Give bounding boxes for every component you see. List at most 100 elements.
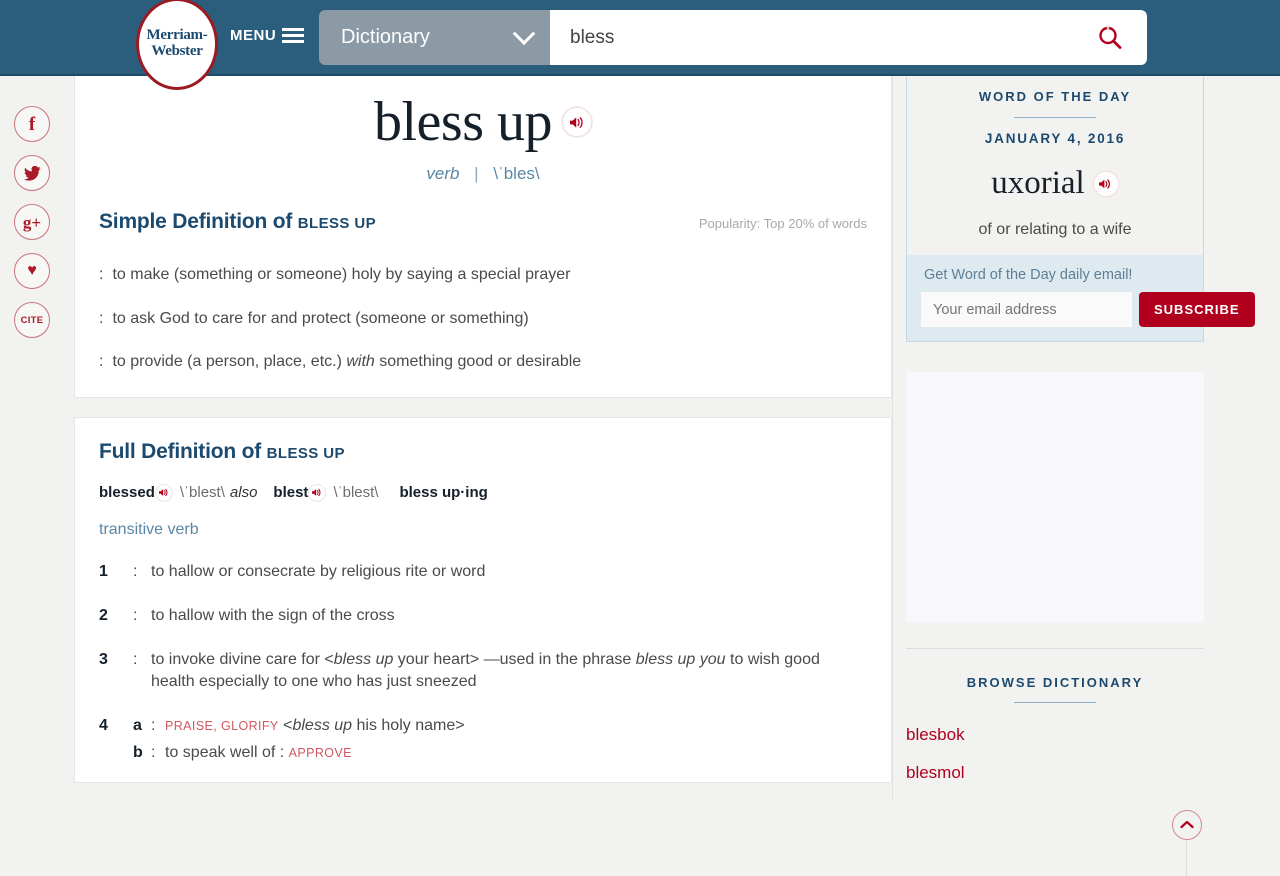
inflection-pron-1: \ˈblest\: [179, 484, 225, 502]
full-definition-heading-main: Full Definition of: [99, 439, 267, 463]
full-sense: 1: to hallow or consecrate by religious r…: [99, 561, 867, 583]
full-definition-heading-word: BLESS UP: [266, 444, 345, 462]
sense-text: to ask God to care for and protect (some…: [112, 309, 529, 327]
inflection-audio-button-2[interactable]: [308, 483, 327, 502]
share-facebook-button[interactable]: f: [14, 106, 50, 142]
word-of-the-day-audio-button[interactable]: [1092, 170, 1119, 197]
subsense-colon: :: [151, 717, 156, 735]
subscribe-prompt: Get Word of the Day daily email!: [924, 267, 1133, 283]
share-googleplus-button[interactable]: g+: [14, 204, 50, 240]
logo-line-2: Webster: [151, 43, 203, 59]
divider: [1014, 702, 1096, 703]
simple-sense: : to ask God to care for and protect (som…: [99, 308, 867, 330]
speaker-icon: [312, 489, 321, 497]
simple-definition-card: bless up verb | \ˈbles\ Simple Definitio…: [74, 76, 892, 398]
headword-row: bless up: [75, 90, 891, 154]
sense-fragment: to speak well of :: [165, 744, 289, 762]
inflection-pron-2: \ˈblest\: [333, 484, 379, 502]
main-column: bless up verb | \ˈbles\ Simple Definitio…: [74, 76, 892, 784]
menu-button[interactable]: MENU: [230, 27, 305, 44]
scroll-top-connector: [1186, 840, 1187, 876]
inflection-also-label: also: [229, 484, 258, 502]
subscribe-row: SUBSCRIBE: [921, 292, 1255, 327]
simple-definition-heading-main: Simple Definition of: [99, 210, 298, 233]
sense-number: 3: [99, 650, 108, 668]
sense-fragment: his holy name>: [352, 717, 465, 735]
word-of-the-day-word-row: uxorial: [921, 165, 1189, 202]
browse-dictionary-title: BROWSE DICTIONARY: [966, 675, 1144, 690]
headword-meta: verb | \ˈbles\: [75, 164, 891, 184]
logo-line-1: Merriam-: [146, 27, 208, 44]
word-of-the-day-box: WORD OF THE DAY JANUARY 4, 2016 uxorial …: [906, 77, 1255, 342]
simple-sense: : to make (something or someone) holy by …: [99, 264, 867, 286]
sense-colon: :: [133, 650, 138, 668]
browse-dictionary-item[interactable]: blesbok: [906, 725, 1204, 745]
inflection-audio-button-1[interactable]: [154, 483, 173, 502]
search-scope-label: Dictionary: [341, 26, 430, 48]
sense-fragment: bless up: [333, 650, 394, 668]
share-twitter-button[interactable]: [14, 155, 50, 191]
chevron-up-icon: [1180, 820, 1194, 829]
scroll-to-top-button[interactable]: [1172, 810, 1202, 840]
browse-dictionary-item[interactable]: blesmol: [906, 763, 1204, 783]
verb-type-label: transitive verb: [99, 520, 199, 538]
inflection-form-2: blest: [273, 484, 309, 502]
inflected-forms: blessed \ˈblest\ also blest \ˈblest\ ble…: [99, 483, 867, 502]
advertisement-slot: [906, 372, 1204, 622]
search-bar: Dictionary: [319, 10, 1147, 65]
sense-colon: :: [99, 309, 104, 327]
sense-fragment: your heart> —used in the phrase: [393, 650, 636, 668]
sense-fragment: APPROVE: [288, 746, 352, 761]
word-of-the-day-subscribe: Get Word of the Day daily email! SUBSCRI…: [907, 255, 1255, 341]
sense-fragment: PRAISE, GLORIFY: [165, 719, 279, 734]
right-sidebar: WORD OF THE DAY JANUARY 4, 2016 uxorial …: [892, 76, 1280, 800]
inflection-form-3: bless up·ing: [399, 484, 488, 502]
search-submit-button[interactable]: [1093, 21, 1127, 55]
googleplus-icon: g+: [22, 212, 42, 232]
email-field[interactable]: [921, 292, 1132, 327]
cite-label: CITE: [20, 314, 44, 326]
simple-sense-list: : to make (something or someone) holy by …: [99, 264, 867, 373]
menu-label: MENU: [230, 27, 277, 44]
sense-fragment: to invoke divine care for <: [151, 650, 334, 668]
search-input[interactable]: [570, 26, 1093, 49]
speaker-icon: [569, 116, 583, 128]
sense-fragment: bless up you: [635, 650, 726, 668]
divider: [1014, 117, 1096, 118]
sense-text: to hallow or consecrate by religious rit…: [151, 561, 867, 583]
twitter-icon: [23, 165, 40, 181]
sense-number: 1: [99, 562, 108, 580]
full-sense: 2: to hallow with the sign of the cross: [99, 605, 867, 627]
subsense-list: a: PRAISE, GLORIFY <bless up his holy nam…: [133, 715, 867, 764]
word-of-the-day-word[interactable]: uxorial: [991, 165, 1084, 202]
pronunciation: \ˈbles\: [493, 164, 540, 183]
subscribe-button[interactable]: SUBSCRIBE: [1139, 292, 1255, 327]
headword-audio-button[interactable]: [562, 107, 592, 137]
subsense: a: PRAISE, GLORIFY <bless up his holy nam…: [133, 715, 867, 737]
meta-separator: |: [474, 164, 479, 183]
full-sense: 4 a: PRAISE, GLORIFY <bless up his holy na…: [99, 715, 867, 764]
sense-fragment: to hallow or consecrate by religious rit…: [151, 562, 486, 580]
popularity-stat: Popularity: Top 20% of words: [698, 216, 867, 231]
word-of-the-day-gloss: of or relating to a wife: [978, 221, 1132, 238]
sense-text: to provide (a person, place, etc.) with …: [112, 353, 582, 371]
sense-text: to hallow with the sign of the cross: [151, 605, 867, 627]
cite-button[interactable]: CITE: [14, 302, 50, 338]
full-sense-list: 1: to hallow or consecrate by religious r…: [99, 561, 867, 764]
sense-text: to invoke divine care for <bless up your…: [151, 649, 867, 693]
search-icon: [1099, 25, 1122, 49]
merriam-webster-logo[interactable]: Merriam- Webster: [136, 0, 218, 90]
facebook-icon: f: [28, 113, 36, 135]
save-favorite-button[interactable]: ♥: [14, 253, 50, 289]
browse-dictionary-list: blesbok blesmol: [906, 725, 1204, 783]
sense-colon: :: [133, 562, 138, 580]
page-body: bless up verb | \ˈbles\ Simple Definitio…: [0, 76, 1280, 876]
sense-fragment: <: [278, 717, 293, 735]
search-scope-select[interactable]: Dictionary: [319, 10, 550, 65]
site-header: Merriam- Webster MENU Dictionary: [0, 0, 1280, 90]
simple-definition-header-row: Simple Definition of BLESS UP Popularity…: [99, 210, 867, 242]
sense-number: 4: [99, 717, 108, 735]
chevron-down-icon: [512, 21, 536, 45]
heart-icon: ♥: [27, 262, 37, 279]
subsense-colon: :: [151, 744, 156, 762]
